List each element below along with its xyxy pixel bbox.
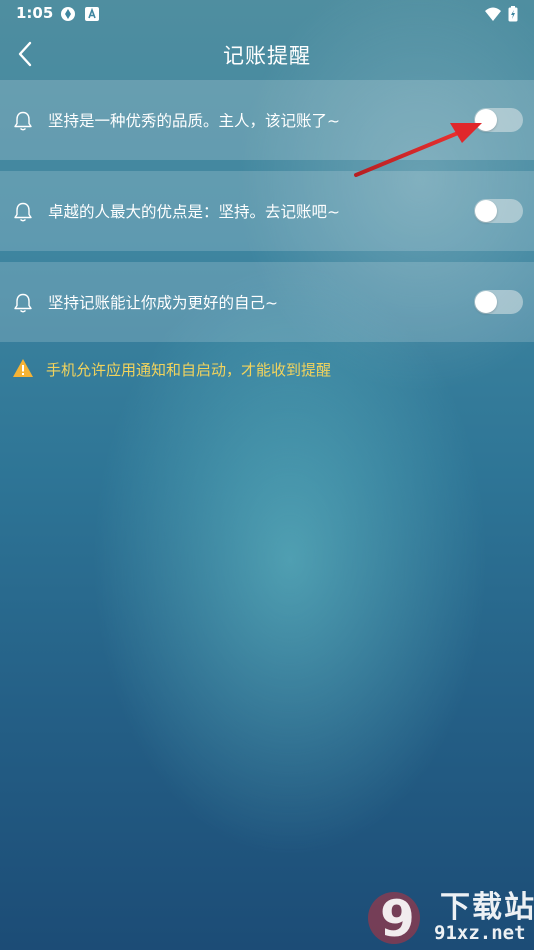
status-time: 1:05 bbox=[16, 4, 54, 22]
logo-text: 9 bbox=[380, 890, 415, 948]
toggle-knob bbox=[475, 200, 497, 222]
bell-icon bbox=[14, 202, 32, 222]
battery-charging-icon bbox=[508, 6, 518, 22]
watermark-logo-icon: 9 bbox=[368, 890, 420, 948]
toggle-knob bbox=[475, 291, 497, 313]
notification-a-icon bbox=[85, 7, 99, 21]
bell-icon bbox=[14, 111, 32, 131]
sync-icon bbox=[61, 7, 75, 21]
red-arrow-icon bbox=[354, 123, 482, 177]
reminder-row-3: 坚持记账能让你成为更好的自己~ bbox=[0, 262, 534, 342]
reminder-label: 坚持是一种优秀的品质。主人，该记账了~ bbox=[48, 112, 340, 130]
reminder-row-2: 卓越的人最大的优点是：坚持。去记账吧~ bbox=[0, 171, 534, 251]
warning-icon bbox=[13, 359, 33, 377]
status-bar: 1:05 bbox=[0, 0, 534, 28]
reminder-label: 坚持记账能让你成为更好的自己~ bbox=[48, 294, 278, 312]
watermark-title: 下载站 bbox=[440, 890, 534, 925]
nav-bar: 记账提醒 bbox=[0, 28, 534, 80]
reminder-toggle-3[interactable] bbox=[474, 290, 523, 314]
reminder-label: 卓越的人最大的优点是：坚持。去记账吧~ bbox=[48, 203, 340, 221]
wifi-icon bbox=[485, 7, 501, 21]
reminder-toggle-2[interactable] bbox=[474, 199, 523, 223]
watermark: 9 下载站 91xz.net bbox=[360, 878, 534, 950]
page-title: 记账提醒 bbox=[223, 44, 311, 68]
notice-text: 手机允许应用通知和自启动，才能收到提醒 bbox=[46, 361, 332, 379]
watermark-url: 91xz.net bbox=[434, 922, 526, 944]
bell-icon bbox=[14, 293, 32, 313]
